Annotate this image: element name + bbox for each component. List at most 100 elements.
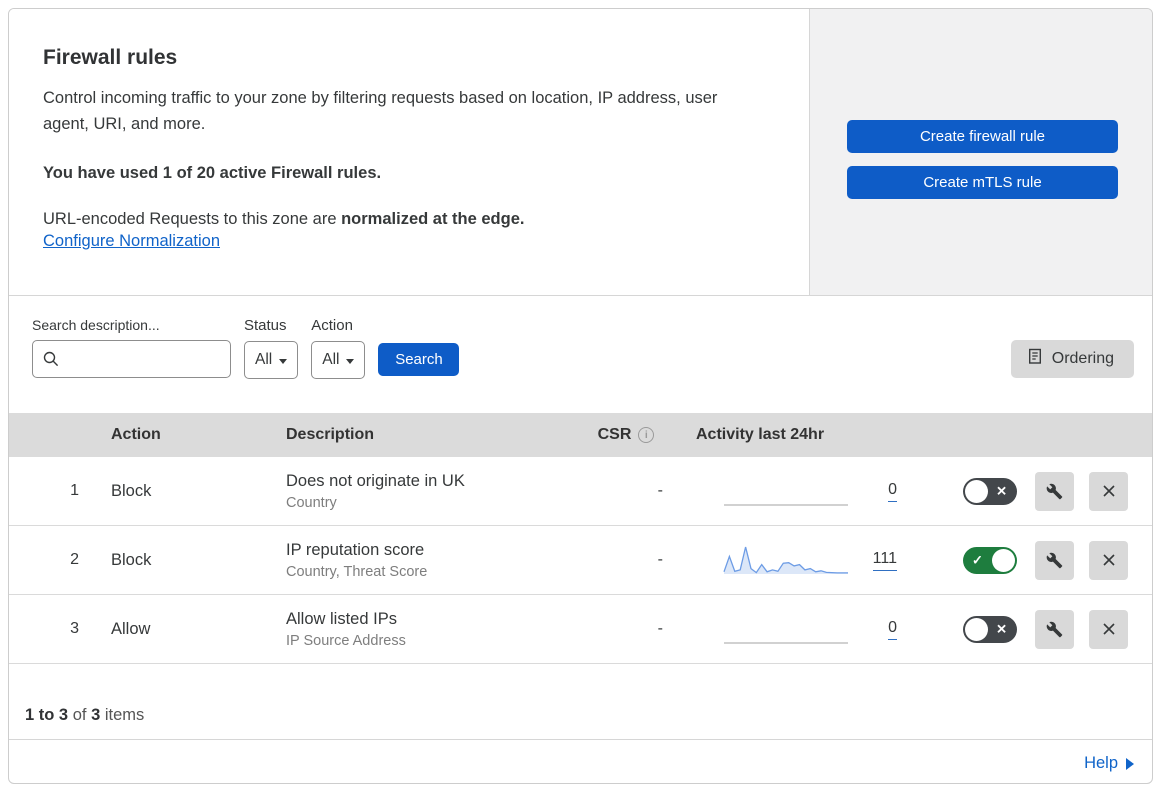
activity-count-link[interactable]: 0 bbox=[888, 481, 897, 502]
ordering-button[interactable]: Ordering bbox=[1010, 340, 1134, 378]
usage-summary: You have used 1 of 20 active Firewall ru… bbox=[43, 164, 382, 182]
edit-rule-button[interactable] bbox=[1035, 540, 1074, 580]
create-firewall-rule-button[interactable]: Create firewall rule bbox=[847, 119, 1118, 153]
info-icon[interactable]: i bbox=[638, 427, 655, 443]
help-row: Help bbox=[9, 739, 1152, 783]
toggle-knob bbox=[965, 479, 988, 503]
normalization-bold: normalized at the edge. bbox=[341, 210, 525, 228]
activity-sparkline bbox=[723, 546, 848, 574]
pagination-summary: 1 to 3 of 3 items bbox=[9, 664, 1152, 739]
top-section: Firewall rules Control incoming traffic … bbox=[9, 9, 1152, 296]
activity-count-link[interactable]: 111 bbox=[872, 550, 897, 571]
filter-bar: Search description... Status All Action … bbox=[9, 296, 1152, 413]
edit-rule-button[interactable] bbox=[1035, 609, 1074, 649]
close-icon bbox=[1102, 554, 1115, 566]
rule-number: 3 bbox=[70, 620, 79, 637]
action-select-value: All bbox=[322, 351, 340, 368]
rule-description-cell: IP reputation score Country, Threat Scor… bbox=[266, 541, 581, 580]
status-label: Status bbox=[244, 317, 287, 334]
status-filter-group: Status All bbox=[244, 317, 299, 379]
rule-activity-cell: 111 bbox=[671, 544, 921, 576]
rule-controls: ✓ ✕ bbox=[921, 540, 1152, 580]
search-button[interactable]: Search bbox=[378, 343, 460, 376]
list-document-icon bbox=[1027, 348, 1043, 370]
cta-panel: Create firewall rule Create mTLS rule bbox=[810, 9, 1152, 295]
delete-rule-button[interactable] bbox=[1089, 609, 1128, 649]
pagination-total: 3 bbox=[91, 706, 101, 724]
activity-sparkline bbox=[724, 642, 848, 644]
search-group: Search description... bbox=[32, 317, 231, 378]
wrench-icon bbox=[1046, 621, 1063, 637]
action-select[interactable]: All bbox=[311, 341, 366, 379]
delete-rule-button[interactable] bbox=[1089, 540, 1128, 580]
rule-activity-cell: 0 bbox=[671, 475, 921, 507]
rule-action: Block bbox=[111, 550, 152, 569]
search-label: Search description... bbox=[32, 317, 160, 333]
wrench-icon bbox=[1046, 483, 1063, 499]
rule-description: Allow listed IPs bbox=[286, 609, 397, 628]
rule-number: 2 bbox=[70, 551, 79, 568]
pagination-items: items bbox=[104, 706, 145, 724]
arrow-right-icon bbox=[1126, 757, 1134, 770]
column-header-description: Description bbox=[286, 426, 375, 443]
help-link[interactable]: Help bbox=[1084, 754, 1134, 773]
rule-criteria: IP Source Address bbox=[286, 632, 406, 649]
rule-number: 1 bbox=[70, 482, 79, 499]
activity-count-link[interactable]: 0 bbox=[888, 619, 897, 640]
status-select-value: All bbox=[255, 351, 273, 368]
column-header-action: Action bbox=[111, 426, 161, 443]
table-header: Action Description CSR i Activity last 2… bbox=[9, 413, 1152, 457]
search-icon bbox=[42, 350, 60, 373]
table-row: 3 Allow Allow listed IPs IP Source Addre… bbox=[9, 595, 1152, 664]
search-input[interactable] bbox=[32, 340, 231, 378]
edit-rule-button[interactable] bbox=[1035, 471, 1074, 511]
pagination-of: of bbox=[72, 706, 87, 724]
ordering-button-label: Ordering bbox=[1051, 350, 1114, 367]
action-label: Action bbox=[311, 317, 353, 334]
wrench-icon bbox=[1046, 552, 1063, 568]
rule-description: IP reputation score bbox=[286, 540, 425, 559]
rule-enabled-toggle[interactable]: ✓ ✕ bbox=[963, 546, 1017, 574]
rule-enabled-toggle[interactable]: ✓ ✕ bbox=[963, 615, 1017, 643]
normalization-note: URL-encoded Requests to this zone are no… bbox=[43, 210, 769, 229]
chevron-down-icon bbox=[346, 358, 355, 364]
rule-criteria: Country, Threat Score bbox=[286, 563, 428, 580]
page-title: Firewall rules bbox=[43, 46, 178, 69]
column-header-csr: CSR i bbox=[581, 426, 671, 444]
chevron-down-icon bbox=[279, 358, 288, 364]
delete-rule-button[interactable] bbox=[1089, 471, 1128, 511]
rule-csr-value: - bbox=[657, 620, 663, 637]
check-icon: ✓ bbox=[972, 552, 983, 568]
csr-header-label: CSR bbox=[597, 426, 632, 443]
toggle-knob bbox=[992, 548, 1015, 572]
pagination-range: 1 to 3 bbox=[25, 706, 69, 724]
activity-sparkline bbox=[724, 504, 848, 506]
rule-csr-value: - bbox=[657, 551, 663, 568]
rule-activity-cell: 0 bbox=[671, 613, 921, 645]
rule-controls: ✓ ✕ bbox=[921, 609, 1152, 649]
action-filter-group: Action All bbox=[311, 317, 366, 379]
create-mtls-rule-button[interactable]: Create mTLS rule bbox=[847, 165, 1118, 199]
rule-description-cell: Does not originate in UK Country bbox=[266, 472, 581, 511]
intro-panel: Firewall rules Control incoming traffic … bbox=[9, 9, 810, 295]
toggle-knob bbox=[965, 617, 988, 641]
close-icon bbox=[1102, 485, 1115, 497]
rule-criteria: Country bbox=[286, 494, 337, 511]
rule-description-cell: Allow listed IPs IP Source Address bbox=[266, 610, 581, 649]
rule-csr-value: - bbox=[657, 482, 663, 499]
rule-enabled-toggle[interactable]: ✓ ✕ bbox=[963, 477, 1017, 505]
normalization-prefix: URL-encoded Requests to this zone are bbox=[43, 210, 342, 228]
configure-normalization-link[interactable]: Configure Normalization bbox=[43, 232, 220, 250]
status-select[interactable]: All bbox=[244, 341, 299, 379]
table-row: 2 Block IP reputation score Country, Thr… bbox=[9, 526, 1152, 595]
help-link-label: Help bbox=[1084, 753, 1118, 772]
firewall-rules-card: Firewall rules Control incoming traffic … bbox=[8, 8, 1153, 784]
column-header-activity: Activity last 24hr bbox=[696, 426, 825, 443]
table-row: 1 Block Does not originate in UK Country… bbox=[9, 457, 1152, 526]
close-icon bbox=[1102, 623, 1115, 635]
rule-action: Allow bbox=[111, 619, 151, 638]
rule-action: Block bbox=[111, 481, 152, 500]
x-icon: ✕ bbox=[996, 483, 1007, 499]
rule-controls: ✓ ✕ bbox=[921, 471, 1152, 511]
page-description: Control incoming traffic to your zone by… bbox=[43, 89, 718, 133]
